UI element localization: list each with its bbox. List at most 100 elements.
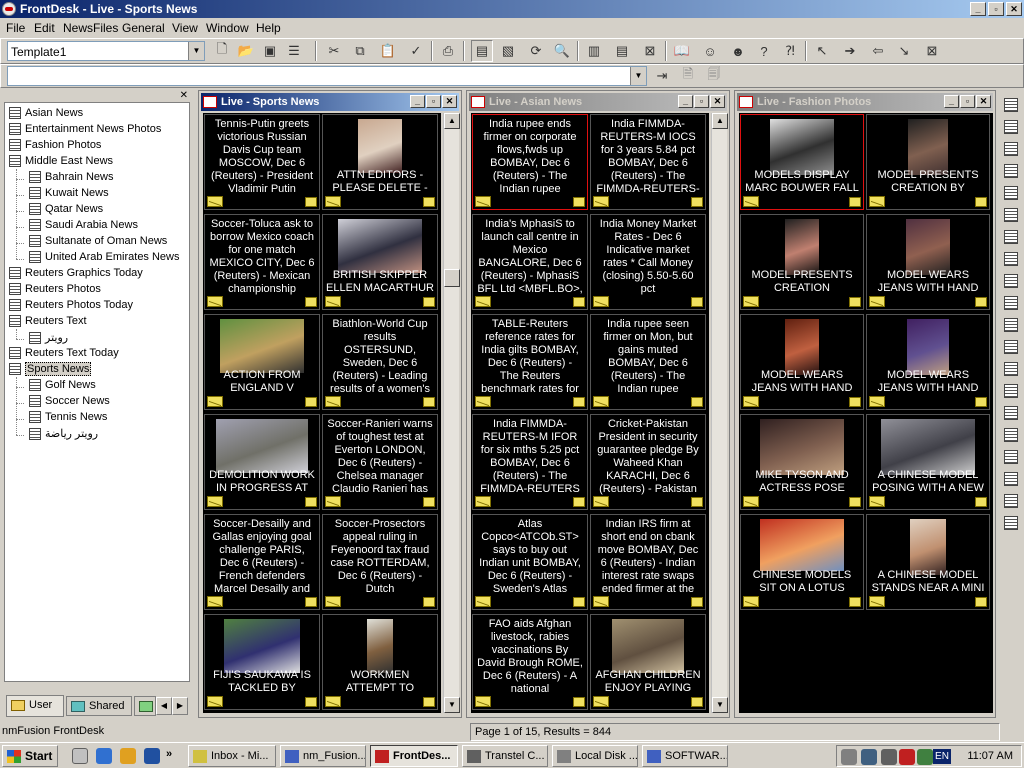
- note-icon[interactable]: [305, 697, 317, 707]
- envelope-icon[interactable]: [325, 296, 341, 307]
- photo-tile[interactable]: CHINESE MODELS SIT ON A LOTUS ELISE: [740, 514, 864, 610]
- network-icon[interactable]: [861, 749, 877, 765]
- taskbar-button[interactable]: Local Disk ...: [552, 745, 638, 767]
- envelope-icon[interactable]: [475, 696, 491, 707]
- maximize-button[interactable]: ▫: [694, 95, 709, 108]
- note-icon[interactable]: [305, 197, 317, 207]
- photo-thumbnail[interactable]: [612, 619, 684, 673]
- note-icon[interactable]: [691, 297, 703, 307]
- list-view-icon[interactable]: ☰: [283, 40, 305, 62]
- internet-explorer-icon[interactable]: [96, 748, 112, 764]
- photo-tile[interactable]: BRITISH SKIPPER ELLEN MACARTHUR: [322, 214, 438, 310]
- tree-item[interactable]: Qatar News: [29, 203, 103, 219]
- document-icon[interactable]: 🗎: [677, 65, 699, 87]
- envelope-icon[interactable]: [325, 496, 341, 507]
- newsfile-shortcut-icon[interactable]: [1004, 252, 1018, 266]
- newsfile-shortcut-icon[interactable]: [1004, 428, 1018, 442]
- photo-thumbnail[interactable]: [881, 419, 975, 475]
- note-icon[interactable]: [691, 697, 703, 707]
- newsfile-shortcut-icon[interactable]: [1004, 186, 1018, 200]
- envelope-icon[interactable]: [593, 196, 609, 207]
- vertical-scrollbar[interactable]: ▲ ▼: [443, 113, 460, 713]
- paste-icon[interactable]: 📋: [377, 40, 399, 62]
- search-go-icon[interactable]: ⇥: [651, 65, 673, 87]
- photo-tile[interactable]: MODEL WEARS JEANS WITH HAND: [740, 314, 864, 410]
- book-icon[interactable]: 📖: [671, 40, 693, 62]
- note-icon[interactable]: [849, 197, 861, 207]
- envelope-icon[interactable]: [207, 596, 223, 607]
- tab-user[interactable]: User: [6, 695, 64, 717]
- photo-tile[interactable]: MODEL PRESENTS CREATION BYSLAVICA: [740, 214, 864, 310]
- scroll-down-icon[interactable]: ▼: [712, 697, 728, 713]
- note-icon[interactable]: [573, 697, 585, 707]
- arrow-up-left-icon[interactable]: ↖: [811, 40, 833, 62]
- newsfile-shortcut-icon[interactable]: [1004, 98, 1018, 112]
- newsfile-shortcut-icon[interactable]: [1004, 274, 1018, 288]
- photo-tile[interactable]: MODELS DISPLAY MARC BOUWER FALL: [740, 114, 864, 210]
- photo-thumbnail[interactable]: [358, 119, 402, 173]
- photo-thumbnail[interactable]: [907, 319, 949, 375]
- story-tile[interactable]: Soccer-Prosectors appeal ruling in Feyen…: [322, 514, 438, 610]
- envelope-icon[interactable]: [869, 396, 885, 407]
- story-tile[interactable]: Cricket-Pakistan President in security g…: [590, 414, 706, 510]
- chevron-down-icon[interactable]: ▼: [188, 42, 204, 60]
- scroll-up-icon[interactable]: ▲: [712, 113, 728, 129]
- window-title-bar[interactable]: Live - Sports News _ ▫ ✕: [201, 93, 459, 111]
- photo-thumbnail[interactable]: [220, 319, 304, 373]
- tree-item[interactable]: Reuters Photos Today: [9, 299, 133, 315]
- tree-item[interactable]: Sultanate of Oman News: [29, 235, 167, 251]
- menu-file[interactable]: File: [6, 21, 25, 35]
- window-title-bar[interactable]: Live - Fashion Photos _ ▫ ✕: [737, 93, 993, 111]
- note-icon[interactable]: [573, 497, 585, 507]
- note-icon[interactable]: [573, 297, 585, 307]
- taskbar-button[interactable]: Transtel C...: [462, 745, 548, 767]
- search-combo[interactable]: ▼: [7, 66, 647, 86]
- app-tray-icon[interactable]: [899, 749, 915, 765]
- photo-tile[interactable]: MODEL PRESENTS CREATION BY NIKOLA: [866, 114, 990, 210]
- window-asian-news[interactable]: Live - Asian News _ ▫ ✕ India rupee ends…: [466, 90, 730, 718]
- arrow-down-right-icon[interactable]: ↘: [893, 40, 915, 62]
- minimize-button[interactable]: _: [970, 2, 986, 16]
- note-icon[interactable]: [975, 497, 987, 507]
- note-icon[interactable]: [423, 297, 435, 307]
- tree-item[interactable]: Soccer News: [29, 395, 110, 411]
- tree-item[interactable]: Sports News: [9, 362, 92, 379]
- photo-thumbnail[interactable]: [908, 119, 948, 175]
- envelope-icon[interactable]: [593, 396, 609, 407]
- taskbar-button[interactable]: FrontDes...: [370, 745, 458, 767]
- envelope-icon[interactable]: [593, 696, 609, 707]
- envelope-icon[interactable]: [207, 296, 223, 307]
- tab-next-icon[interactable]: ▶: [172, 697, 188, 715]
- envelope-icon[interactable]: [869, 596, 885, 607]
- envelope-icon[interactable]: [207, 396, 223, 407]
- photo-thumbnail[interactable]: [770, 119, 834, 175]
- tree-item[interactable]: رويتر رياضة: [29, 427, 98, 443]
- note-icon[interactable]: [849, 597, 861, 607]
- envelope-icon[interactable]: [207, 196, 223, 207]
- photo-view-icon[interactable]: ▧: [497, 40, 519, 62]
- photo-tile[interactable]: A CHINESE MODEL POSING WITH A NEW: [866, 414, 990, 510]
- envelope-icon[interactable]: [743, 596, 759, 607]
- photo-thumbnail[interactable]: [760, 419, 844, 475]
- note-icon[interactable]: [975, 297, 987, 307]
- note-icon[interactable]: [691, 497, 703, 507]
- photo-tile[interactable]: FIJI'S SAUKAWA IS TACKLED BY: [204, 614, 320, 710]
- photo-thumbnail[interactable]: [785, 219, 819, 275]
- newsfile-shortcut-icon[interactable]: [1004, 406, 1018, 420]
- tree-item[interactable]: Entertainment News Photos: [9, 123, 161, 139]
- envelope-icon[interactable]: [325, 596, 341, 607]
- story-tile[interactable]: India rupee ends firmer on corporate flo…: [472, 114, 588, 210]
- envelope-icon[interactable]: [475, 196, 491, 207]
- tree-item[interactable]: Fashion Photos: [9, 139, 101, 155]
- story-tile[interactable]: India rupee seen firmer on Mon, but gain…: [590, 314, 706, 410]
- agent-icon[interactable]: ☻: [727, 40, 749, 62]
- tree-item[interactable]: Reuters Text Today: [9, 347, 119, 363]
- note-icon[interactable]: [423, 597, 435, 607]
- photo-thumbnail[interactable]: [216, 419, 308, 473]
- photo-tile[interactable]: MODEL WEARS JEANS WITH HAND: [866, 314, 990, 410]
- note-icon[interactable]: [573, 397, 585, 407]
- envelope-icon[interactable]: [743, 296, 759, 307]
- tab-other[interactable]: [134, 696, 156, 716]
- scroll-up-icon[interactable]: ▲: [444, 113, 460, 129]
- newsfile-shortcut-icon[interactable]: [1004, 362, 1018, 376]
